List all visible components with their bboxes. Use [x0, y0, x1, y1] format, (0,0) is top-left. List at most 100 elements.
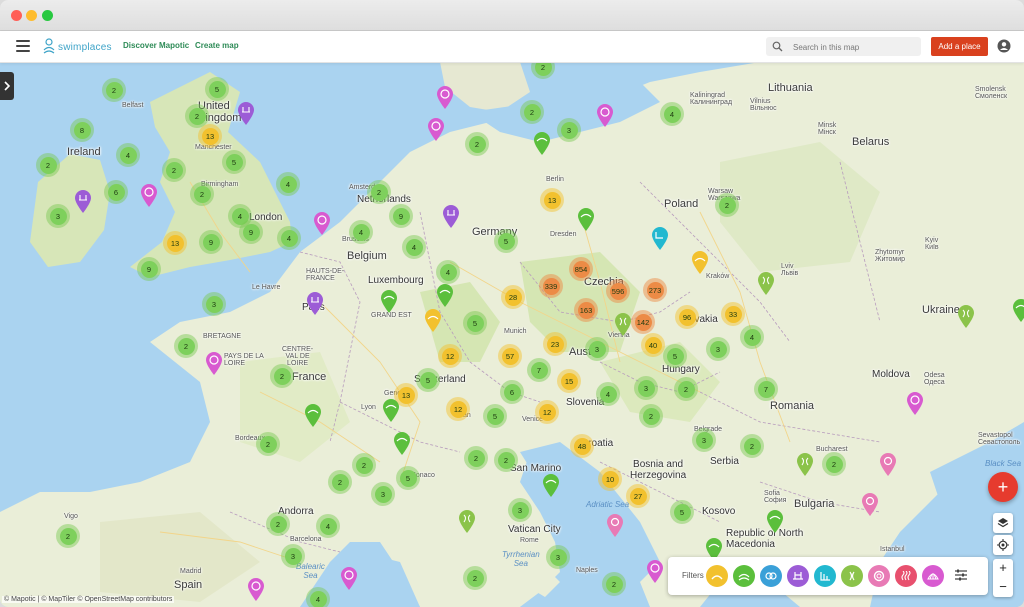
filter-sea-button[interactable] [760, 565, 782, 587]
place-cluster[interactable]: 2 [639, 404, 663, 428]
lake-pin-icon[interactable] [1012, 299, 1024, 323]
add-place-button[interactable]: Add a place [931, 37, 988, 56]
spa-pin-icon[interactable] [906, 392, 924, 416]
lake-pin-icon[interactable] [393, 432, 411, 456]
filter-aquapark-button[interactable] [814, 565, 836, 587]
place-cluster[interactable]: 12 [446, 397, 470, 421]
zoom-out-button[interactable]: − [993, 578, 1013, 597]
lake-pin-icon[interactable] [380, 290, 398, 314]
place-cluster[interactable]: 96 [675, 305, 699, 329]
place-cluster[interactable]: 273 [643, 278, 667, 302]
place-cluster[interactable]: 33 [721, 302, 745, 326]
lake-pin-icon[interactable] [542, 474, 560, 498]
place-cluster[interactable]: 48 [570, 434, 594, 458]
place-cluster[interactable]: 2 [270, 364, 294, 388]
river-pin-icon[interactable] [957, 305, 975, 329]
search-box[interactable] [766, 37, 921, 56]
place-cluster[interactable]: 5 [205, 77, 229, 101]
place-cluster[interactable]: 2 [328, 470, 352, 494]
locate-button[interactable] [993, 535, 1013, 555]
filter-lake-button[interactable] [733, 565, 755, 587]
aquapark-pin-icon[interactable] [651, 227, 669, 251]
layers-button[interactable] [993, 513, 1013, 533]
place-cluster[interactable]: 3 [634, 376, 658, 400]
place-cluster[interactable]: 596 [606, 279, 630, 303]
spa-pin-icon[interactable] [436, 86, 454, 110]
place-cluster[interactable]: 339 [539, 274, 563, 298]
place-cluster[interactable]: 5 [222, 150, 246, 174]
filter-pool-button[interactable] [787, 565, 809, 587]
beach-pin-icon[interactable] [691, 251, 709, 275]
spa-pin-icon[interactable] [205, 352, 223, 376]
pool-pin-icon[interactable] [237, 102, 255, 126]
filter-spa-button[interactable] [922, 565, 944, 587]
place-cluster[interactable]: 2 [494, 448, 518, 472]
place-cluster[interactable]: 13 [540, 188, 564, 212]
place-cluster[interactable]: 2 [464, 446, 488, 470]
create-map-link[interactable]: Create map [195, 41, 239, 50]
menu-icon[interactable] [16, 40, 30, 52]
place-cluster[interactable]: 9 [389, 204, 413, 228]
lake-pin-icon[interactable] [577, 208, 595, 232]
place-cluster[interactable]: 2 [715, 193, 739, 217]
lake-pin-icon[interactable] [766, 510, 784, 534]
place-cluster[interactable]: 142 [631, 310, 655, 334]
place-cluster[interactable]: 2 [740, 434, 764, 458]
filter-beach-button[interactable] [706, 565, 728, 587]
place-cluster[interactable]: 9 [137, 257, 161, 281]
minimize-window-button[interactable] [26, 10, 37, 21]
place-cluster[interactable]: 5 [494, 229, 518, 253]
place-cluster[interactable]: 2 [674, 377, 698, 401]
thermal-pin-icon[interactable] [861, 493, 879, 517]
place-cluster[interactable]: 15 [557, 369, 581, 393]
place-cluster[interactable]: 2 [174, 334, 198, 358]
map-attribution[interactable]: © Mapotic | © MapTiler © OpenStreetMap c… [2, 596, 175, 603]
place-cluster[interactable]: 854 [569, 257, 593, 281]
filter-thermal-button[interactable] [868, 565, 890, 587]
place-cluster[interactable]: 10 [598, 467, 622, 491]
thermal-pin-icon[interactable] [879, 453, 897, 477]
place-cluster[interactable]: 2 [367, 180, 391, 204]
pool-pin-icon[interactable] [306, 292, 324, 316]
place-cluster[interactable]: 4 [436, 260, 460, 284]
place-cluster[interactable]: 57 [498, 344, 522, 368]
spa-pin-icon[interactable] [646, 560, 664, 584]
close-window-button[interactable] [11, 10, 22, 21]
place-cluster[interactable]: 3 [557, 118, 581, 142]
account-icon[interactable] [997, 39, 1011, 53]
place-cluster[interactable]: 28 [501, 285, 525, 309]
place-cluster[interactable]: 7 [754, 377, 778, 401]
spa-pin-icon[interactable] [247, 578, 265, 602]
place-cluster[interactable]: 2 [520, 100, 544, 124]
place-cluster[interactable]: 2 [465, 132, 489, 156]
place-cluster[interactable]: 5 [463, 311, 487, 335]
map-view[interactable]: Lithuania Vilnius Вільнюс Minsk Мінск Ka… [0, 62, 1024, 607]
place-cluster[interactable]: 4 [277, 226, 301, 250]
place-cluster[interactable]: 4 [116, 143, 140, 167]
place-cluster[interactable]: 27 [626, 484, 650, 508]
place-cluster[interactable]: 2 [102, 78, 126, 102]
lake-pin-icon[interactable] [304, 404, 322, 428]
pool-pin-icon[interactable] [442, 205, 460, 229]
beach-pin-icon[interactable] [424, 309, 442, 333]
place-cluster[interactable]: 9 [199, 230, 223, 254]
spa-pin-icon[interactable] [140, 184, 158, 208]
place-cluster[interactable]: 2 [36, 153, 60, 177]
spa-pin-icon[interactable] [596, 104, 614, 128]
place-cluster[interactable]: 3 [371, 482, 395, 506]
lake-pin-icon[interactable] [436, 284, 454, 308]
river-pin-icon[interactable] [458, 510, 476, 534]
sliders-icon[interactable] [954, 568, 968, 582]
place-cluster[interactable]: 2 [190, 182, 214, 206]
search-input[interactable] [791, 39, 920, 56]
place-cluster[interactable]: 3 [46, 204, 70, 228]
place-cluster[interactable]: 40 [641, 333, 665, 357]
lake-pin-icon[interactable] [382, 399, 400, 423]
maximize-window-button[interactable] [42, 10, 53, 21]
river-pin-icon[interactable] [614, 313, 632, 337]
place-cluster[interactable]: 8 [70, 118, 94, 142]
place-cluster[interactable]: 3 [706, 337, 730, 361]
place-cluster[interactable]: 12 [535, 400, 559, 424]
place-cluster[interactable]: 163 [574, 298, 598, 322]
place-cluster[interactable]: 23 [543, 332, 567, 356]
